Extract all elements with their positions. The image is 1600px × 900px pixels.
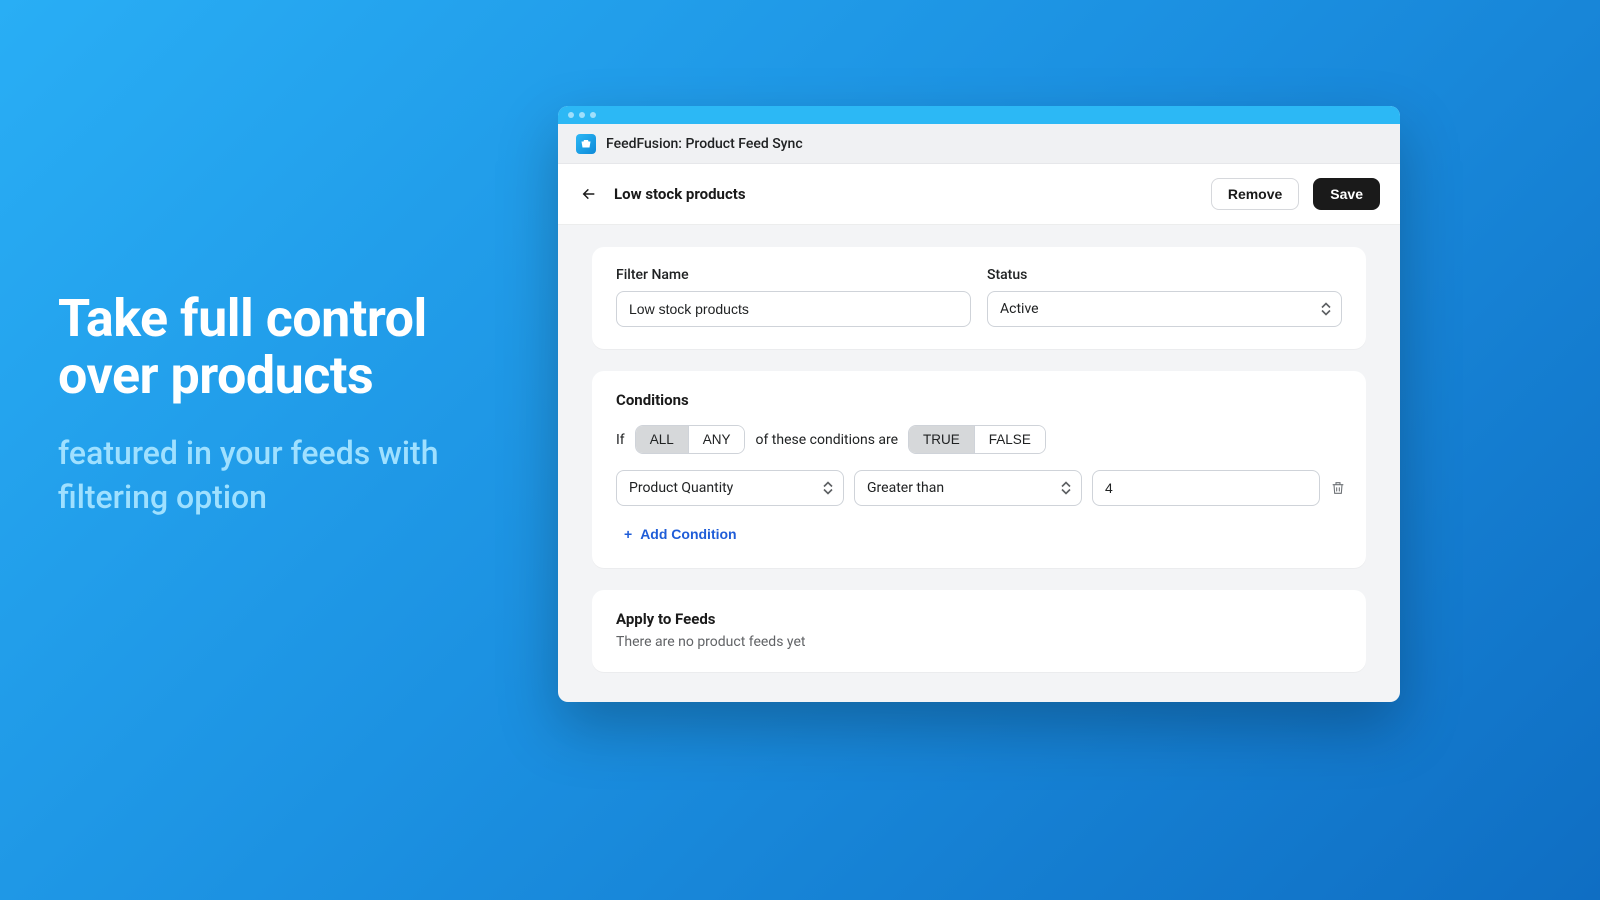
- marketing-copy: Take full control over products featured…: [58, 290, 498, 519]
- conditions-card: Conditions If ALL ANY of these condition…: [592, 371, 1366, 568]
- app-icon: [576, 134, 596, 154]
- app-bar: FeedFusion: Product Feed Sync: [558, 124, 1400, 164]
- save-button[interactable]: Save: [1313, 178, 1380, 210]
- conditions-rule-line: If ALL ANY of these conditions are TRUE …: [616, 425, 1342, 454]
- condition-field-value: Product Quantity: [629, 480, 733, 496]
- add-condition-button[interactable]: + Add Condition: [616, 522, 745, 546]
- chevron-updown-icon: [1321, 303, 1331, 316]
- condition-value-input[interactable]: [1092, 470, 1320, 506]
- condition-row: Product Quantity Greater than: [616, 470, 1342, 506]
- remove-button[interactable]: Remove: [1211, 178, 1299, 210]
- mid-text: of these conditions are: [755, 432, 898, 448]
- add-condition-label: Add Condition: [640, 526, 736, 542]
- traffic-light-dot: [579, 112, 585, 118]
- plus-icon: +: [624, 526, 632, 542]
- condition-operator-select[interactable]: Greater than: [854, 470, 1082, 506]
- chevron-updown-icon: [823, 482, 833, 495]
- segment-all[interactable]: ALL: [636, 426, 688, 453]
- window-titlebar: [558, 106, 1400, 124]
- apply-feeds-title: Apply to Feeds: [616, 610, 1342, 628]
- segment-false[interactable]: FALSE: [974, 426, 1045, 453]
- filter-name-field: Filter Name: [616, 267, 971, 327]
- marketing-headline: Take full control over products: [58, 290, 498, 404]
- page-title: Low stock products: [614, 185, 1197, 203]
- app-title: FeedFusion: Product Feed Sync: [606, 136, 803, 152]
- traffic-light-dot: [590, 112, 596, 118]
- all-any-segment: ALL ANY: [635, 425, 746, 454]
- status-field: Status Active: [987, 267, 1342, 327]
- traffic-light-dot: [568, 112, 574, 118]
- apply-feeds-empty: There are no product feeds yet: [616, 634, 1342, 650]
- filter-card: Filter Name Status Active: [592, 247, 1366, 349]
- back-button[interactable]: [578, 183, 600, 205]
- filter-name-label: Filter Name: [616, 267, 971, 283]
- segment-true[interactable]: TRUE: [909, 426, 974, 453]
- marketing-subline: featured in your feeds with filtering op…: [58, 432, 498, 518]
- page-content: Filter Name Status Active Conditions: [558, 225, 1400, 702]
- if-text: If: [616, 432, 625, 448]
- condition-field-select[interactable]: Product Quantity: [616, 470, 844, 506]
- status-value: Active: [1000, 301, 1039, 317]
- arrow-left-icon: [581, 186, 597, 202]
- condition-operator-value: Greater than: [867, 480, 944, 496]
- conditions-title: Conditions: [616, 391, 1342, 409]
- status-label: Status: [987, 267, 1342, 283]
- trash-icon: [1330, 480, 1346, 496]
- status-select[interactable]: Active: [987, 291, 1342, 327]
- delete-condition-button[interactable]: [1330, 478, 1346, 498]
- apply-feeds-card: Apply to Feeds There are no product feed…: [592, 590, 1366, 672]
- page-header: Low stock products Remove Save: [558, 164, 1400, 225]
- chevron-updown-icon: [1061, 482, 1071, 495]
- app-window: FeedFusion: Product Feed Sync Low stock …: [558, 106, 1400, 702]
- true-false-segment: TRUE FALSE: [908, 425, 1046, 454]
- segment-any[interactable]: ANY: [688, 426, 745, 453]
- filter-name-input[interactable]: [616, 291, 971, 327]
